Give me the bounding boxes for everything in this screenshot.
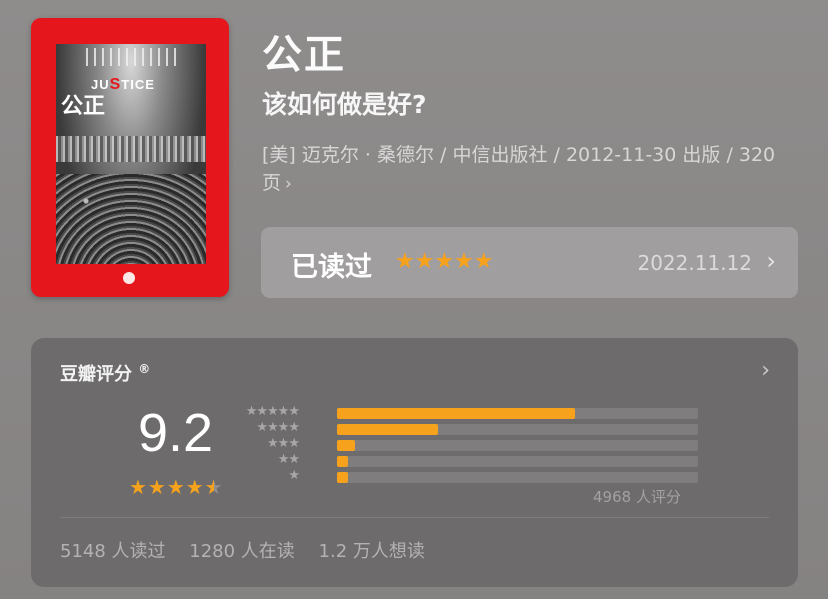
rating-distribution-row: ★ (251, 468, 698, 485)
rating-distribution-row: ★★★ (251, 436, 698, 453)
distribution-bar-fill (337, 408, 576, 419)
chevron-right-icon[interactable]: › (761, 358, 770, 383)
rating-distribution-row: ★★★★ (251, 420, 698, 437)
distribution-star-icons: ★★★ (267, 436, 300, 451)
rating-count: 4968 人评分 (593, 488, 681, 506)
cover-title-cn: 公正 (61, 94, 106, 119)
distribution-bar-track (337, 456, 698, 467)
distribution-star-icons: ★★ (277, 452, 300, 467)
book-cover[interactable]: JUSTICE 公正 (31, 18, 229, 297)
chevron-right-icon: › (285, 174, 292, 194)
distribution-bar-track (337, 472, 698, 483)
read-status-label: 已读过 (291, 252, 372, 283)
distribution-bar-fill (337, 440, 356, 451)
distribution-bar-track (337, 440, 698, 451)
distribution-bar-fill (337, 424, 439, 435)
publisher-logo-icon (123, 272, 135, 284)
stat-want-to-read: 1.2 万人想读 (318, 541, 425, 562)
rating-score: 9.2 (138, 403, 214, 463)
distribution-bar-track (337, 408, 698, 419)
book-meta-text: [美] 迈克尔 · 桑德尔 / 中信出版社 / 2012-11-30 出版 / … (262, 144, 776, 194)
distribution-bar-fill (337, 456, 348, 467)
rating-distribution-row: ★★★★★ (246, 404, 698, 421)
distribution-bar-track (337, 424, 698, 435)
distribution-star-icons: ★★★★★ (245, 404, 300, 419)
read-date: 2022.11.12 (637, 251, 752, 275)
distribution-star-icons: ★★★★ (256, 420, 300, 435)
chevron-right-icon: › (766, 247, 776, 275)
rating-score-stars: ★★★★★ (129, 475, 224, 499)
douban-rating-card[interactable]: 豆瓣评分 ® › 9.2 ★★★★★ ★★★★★★★★★★★★★★★ 4968 … (31, 338, 798, 587)
book-subtitle: 该如何做是好? (262, 90, 427, 119)
rating-distribution-row: ★★ (251, 452, 698, 469)
book-meta-link[interactable]: [美] 迈克尔 · 桑德尔 / 中信出版社 / 2012-11-30 出版 / … (262, 141, 802, 198)
stat-reading: 1280 人在读 (189, 541, 295, 562)
stat-read: 5148 人读过 (60, 541, 166, 562)
reading-stats: 5148 人读过 1280 人在读 1.2 万人想读 (60, 537, 443, 563)
read-status-button[interactable]: 已读过 ★★★★★ 2022.11.12 › (261, 227, 798, 298)
rating-header: 豆瓣评分 ® (60, 362, 151, 385)
distribution-star-icons: ★ (288, 468, 300, 483)
divider (60, 517, 769, 518)
distribution-bar-fill (337, 472, 348, 483)
book-title: 公正 (262, 32, 346, 78)
my-rating-stars: ★★★★★ (395, 249, 494, 274)
